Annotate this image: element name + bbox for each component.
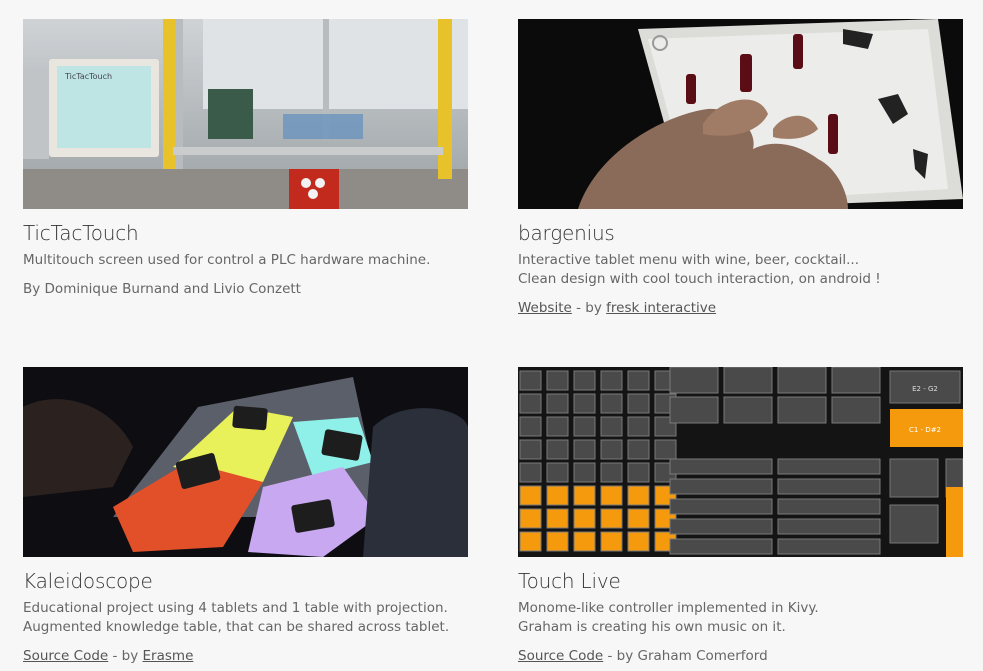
controller-pad [831,396,881,424]
website-link[interactable]: Website [518,300,572,316]
controller-pad [519,393,542,414]
controller-pad [519,531,542,552]
controller-pad [777,498,881,515]
controller-pad [669,396,719,424]
controller-pad [777,478,881,495]
description-line: Augmented knowledge table, that can be s… [23,619,450,635]
controller-pad [627,439,650,460]
controller-pad [669,367,719,394]
controller-pad [777,518,881,535]
project-links: Website - by fresk interactive [518,299,963,318]
controller-pad [627,485,650,506]
controller-pad [519,416,542,437]
author-link[interactable]: fresk interactive [606,300,716,316]
description-line: Educational project using 4 tablets and … [23,600,448,616]
tictactouch-screen-text: TicTacTouch [64,72,112,81]
controller-pad [627,370,650,391]
project-description: Multitouch screen used for control a PLC… [23,251,468,270]
byline-separator: - by [108,648,143,664]
author-link[interactable]: Erasme [143,648,194,664]
controller-pad [669,518,773,535]
controller-pad [519,508,542,529]
project-description: Monome-like controller implemented in Ki… [518,599,963,637]
controller-pad [600,416,623,437]
controller-pad [627,393,650,414]
touch-live-thumbnail[interactable]: E2 - G2 C1 - D#2 [518,367,963,557]
controller-pad [600,531,623,552]
controller-pad [669,538,773,555]
controller-pad [600,393,623,414]
controller-pad [669,498,773,515]
controller-pad [777,396,827,424]
controller-pad [627,531,650,552]
project-byline: By Dominique Burnand and Livio Conzett [23,281,301,297]
kaleidoscope-thumbnail[interactable] [23,367,468,557]
controller-pad [723,367,773,394]
byline-separator: - by [571,300,607,316]
controller-pad [627,462,650,483]
controller-pad [573,485,596,506]
controller-pad [627,416,650,437]
project-card-tictactouch: TicTacTouch TicTacTouch Multitouch scree… [23,19,468,299]
controller-pad [600,485,623,506]
controller-pad [519,370,542,391]
controller-pad [546,508,569,529]
controller-pad [831,367,881,394]
description-line: Graham is creating his own music on it. [518,619,786,635]
controller-pad [600,462,623,483]
source-code-link[interactable]: Source Code [518,648,603,664]
controller-pad [627,508,650,529]
controller-pad [573,393,596,414]
pad-label: C1 - D#2 [909,426,941,434]
project-card-touch-live: E2 - G2 C1 - D#2 Touch Live Monome-like … [518,367,963,666]
controller-pad [546,370,569,391]
pad-label: E2 - G2 [912,385,938,393]
controller-pad [546,485,569,506]
description-line: Clean design with cool touch interaction… [518,271,881,287]
controller-pad [573,439,596,460]
description-line: Interactive tablet menu with wine, beer,… [518,252,859,268]
project-title: Touch Live [518,569,621,593]
project-title: Kaleidoscope [23,569,153,593]
controller-pad [519,462,542,483]
controller-pad [573,508,596,529]
controller-pad [519,439,542,460]
controller-pad [600,370,623,391]
controller-pad [573,531,596,552]
controller-pad [573,370,596,391]
project-title: bargenius [518,221,615,245]
controller-pad [546,462,569,483]
project-description: Educational project using 4 tablets and … [23,599,468,637]
controller-pad [777,538,881,555]
project-card-bargenius: bargenius Interactive tablet menu with w… [518,19,963,318]
bargenius-thumbnail[interactable] [518,19,963,209]
description-line: Monome-like controller implemented in Ki… [518,600,819,616]
controller-pad [600,508,623,529]
project-title: TicTacTouch [23,221,139,245]
controller-pad [669,458,773,475]
tictactouch-thumbnail[interactable]: TicTacTouch [23,19,468,209]
controller-pad [654,439,677,460]
controller-pad [723,396,773,424]
controller-pad [519,485,542,506]
description-line: Multitouch screen used for control a PLC… [23,252,431,268]
controller-pad [600,439,623,460]
controller-pad [573,462,596,483]
project-links: Source Code - by Erasme [23,647,468,666]
source-code-link[interactable]: Source Code [23,648,108,664]
controller-pad [546,416,569,437]
controller-pad [546,531,569,552]
controller-pad [777,458,881,475]
controller-pad [546,439,569,460]
controller-pad [573,416,596,437]
project-description: Interactive tablet menu with wine, beer,… [518,251,963,289]
project-links: Source Code - by Graham Comerford [518,647,963,666]
controller-pad [669,478,773,495]
byline-author: - by Graham Comerford [603,648,768,664]
controller-pad [546,393,569,414]
project-card-kaleidoscope: Kaleidoscope Educational project using 4… [23,367,468,666]
controller-pad [777,367,827,394]
